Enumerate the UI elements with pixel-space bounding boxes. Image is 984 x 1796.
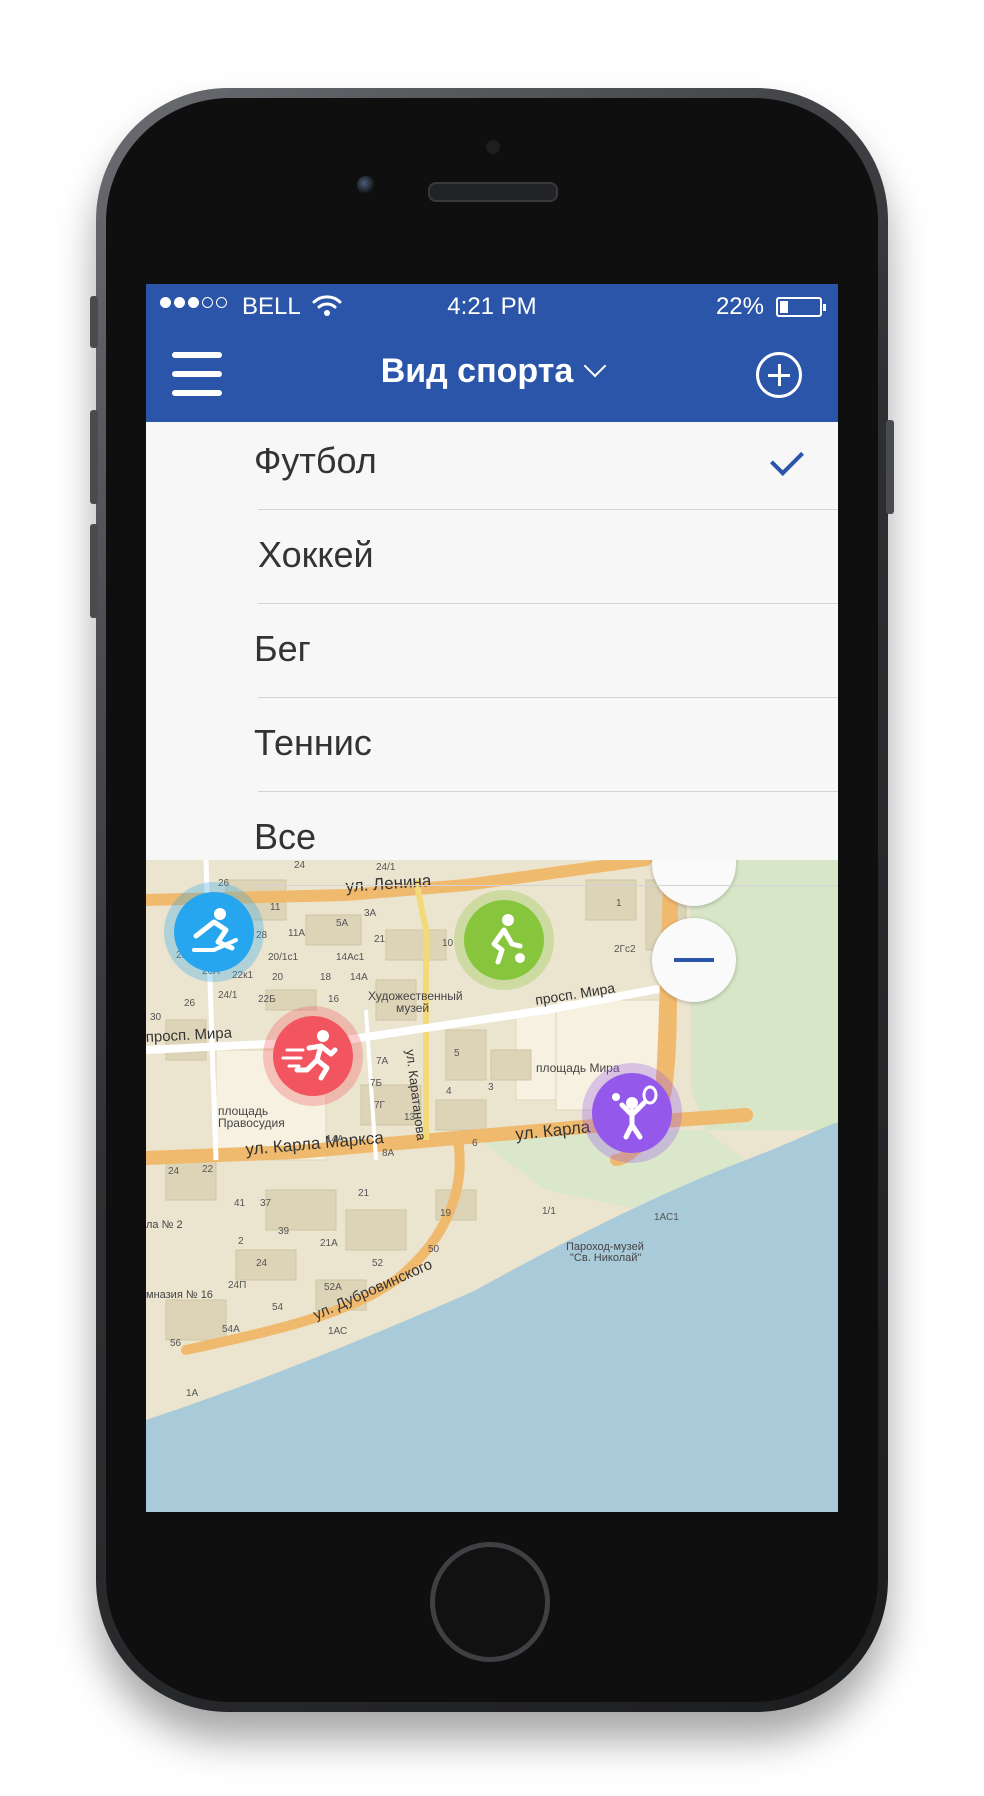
house-number: 2: [238, 1236, 244, 1247]
house-number: 21А: [320, 1238, 338, 1249]
house-number: 14Ас1: [336, 952, 365, 963]
map-view[interactable]: ул. Ленина просп. Мира просп. Мира ул. К…: [146, 822, 838, 1512]
dropdown-item-hockey[interactable]: Хоккей: [146, 510, 838, 604]
house-number: 6: [472, 1138, 478, 1149]
house-number: 5А: [336, 918, 349, 929]
house-number: 24П: [228, 1280, 246, 1291]
map-pin-football[interactable]: [454, 890, 554, 990]
house-number: 21: [374, 934, 386, 945]
house-number: 11: [270, 902, 281, 913]
house-number: 24: [168, 1166, 180, 1177]
house-number: 10: [442, 938, 454, 949]
house-number: 39: [278, 1226, 290, 1237]
house-number: 24/1: [218, 990, 238, 1001]
dropdown-item-label: Теннис: [254, 722, 372, 763]
house-number: 18: [320, 972, 332, 983]
battery-icon: [776, 297, 826, 317]
house-number: 7Б: [370, 1078, 383, 1089]
house-number: 7А: [376, 1056, 389, 1067]
battery-percent: 22%: [715, 293, 764, 320]
house-number: 21: [358, 1188, 370, 1199]
house-number: 3А: [364, 908, 377, 919]
house-number: 41: [234, 1198, 246, 1209]
house-number: 30: [150, 1012, 162, 1023]
house-number: 16: [328, 994, 340, 1005]
house-number: 1АС1: [654, 1212, 679, 1223]
house-number: 11А: [288, 928, 305, 939]
house-number: 22Б: [258, 994, 276, 1005]
house-number: 54: [272, 1302, 284, 1313]
football-icon: [491, 914, 525, 965]
house-number: 50: [428, 1244, 440, 1255]
place-label: "Св. Николай": [570, 1252, 641, 1264]
earpiece-speaker: [428, 182, 558, 202]
house-number: 14А: [350, 972, 368, 983]
map-pin-hockey[interactable]: [164, 882, 264, 982]
running-icon: [281, 1030, 338, 1081]
house-number: 3: [488, 1082, 494, 1093]
battery-nub: [823, 304, 826, 311]
place-label: музей: [396, 1001, 429, 1015]
sport-type-dropdown: Футбол Хоккей Бег Теннис Все: [146, 422, 838, 886]
power-button: [886, 420, 894, 514]
house-number: 14А: [326, 1134, 344, 1145]
map-pin-running[interactable]: [263, 1006, 363, 1106]
house-number: 52А: [324, 1282, 342, 1293]
house-number: 8А: [382, 1148, 395, 1159]
dropdown-item-label: Бег: [254, 628, 311, 669]
sport-type-selector[interactable]: Вид спорта: [146, 352, 838, 391]
house-number: 1: [616, 898, 622, 909]
house-number: 37: [260, 1198, 272, 1209]
dropdown-item-label: Хоккей: [258, 534, 374, 575]
house-number: 54А: [222, 1324, 240, 1335]
mute-switch: [90, 296, 98, 348]
dropdown-item-all[interactable]: Все: [146, 792, 838, 886]
house-number: 13: [404, 1112, 416, 1123]
home-button[interactable]: [430, 1542, 550, 1662]
volume-down-button: [90, 524, 98, 618]
house-number: 20: [272, 972, 284, 983]
house-number: 1А: [186, 1388, 199, 1399]
dropdown-item-label: Все: [254, 816, 317, 857]
place-label: ла № 2: [146, 1219, 183, 1231]
navigation-bar: Вид спорта: [146, 330, 838, 422]
house-number: 26: [184, 998, 196, 1009]
status-bar: BELL 4:21 PM 22%: [146, 284, 838, 330]
house-number: 5: [454, 1048, 460, 1059]
tennis-icon: [612, 1085, 658, 1140]
house-number: 52: [372, 1258, 384, 1269]
place-label: мназия № 16: [146, 1289, 213, 1301]
zoom-out-button[interactable]: [652, 918, 736, 1002]
volume-up-button: [90, 410, 98, 504]
house-number: 2Гс2: [614, 944, 636, 955]
dropdown-item-tennis[interactable]: Теннис: [146, 698, 838, 792]
screen: ул. Ленина просп. Мира просп. Мира ул. К…: [146, 284, 838, 1512]
checkmark-icon: [770, 442, 804, 476]
house-number: 7Г: [374, 1100, 386, 1111]
hockey-icon: [192, 908, 238, 952]
plus-circle-icon[interactable]: [756, 352, 802, 398]
battery-fill: [780, 301, 788, 313]
house-number: 19: [440, 1208, 452, 1219]
house-number: 56: [170, 1338, 182, 1349]
house-number: 24: [256, 1258, 268, 1269]
proximity-sensor: [486, 140, 500, 154]
house-number: 22: [202, 1164, 214, 1175]
page-title: Вид спорта: [380, 352, 574, 390]
dropdown-item-label: Футбол: [254, 440, 377, 481]
house-number: 1/1: [542, 1206, 556, 1217]
place-label: Правосудия: [218, 1116, 285, 1130]
divider: [258, 885, 838, 886]
front-camera: [357, 176, 375, 194]
dropdown-item-football[interactable]: Футбол: [146, 416, 838, 510]
house-number: 4: [446, 1086, 452, 1097]
house-number: 20/1с1: [268, 952, 298, 963]
dropdown-item-running[interactable]: Бег: [146, 604, 838, 698]
house-number: 1АС: [328, 1326, 347, 1337]
chevron-down-icon: [583, 354, 607, 378]
map-pin-tennis[interactable]: [582, 1063, 682, 1163]
